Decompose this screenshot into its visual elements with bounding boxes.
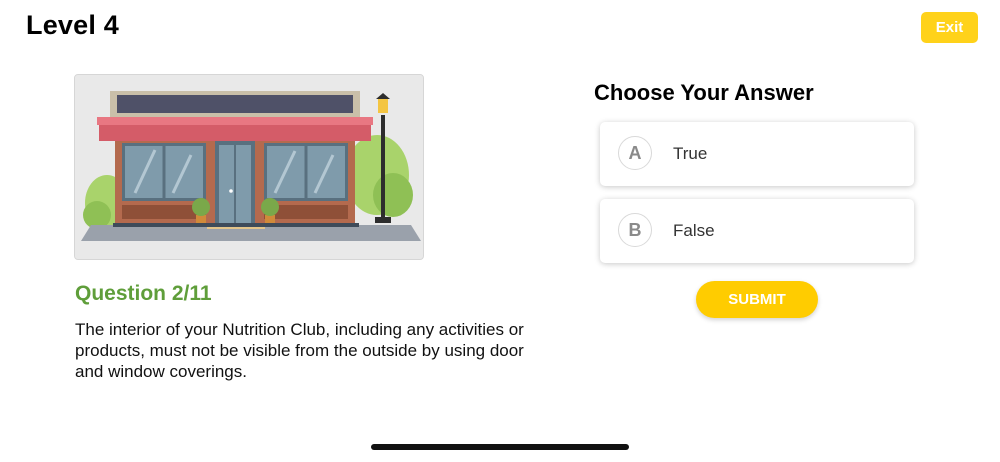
option-letter-badge: A (618, 136, 652, 170)
option-letter-badge: B (618, 213, 652, 247)
level-title: Level 4 (26, 10, 119, 40)
exit-button[interactable]: Exit (921, 12, 978, 43)
answer-heading: Choose Your Answer (594, 80, 814, 105)
answer-option-true[interactable]: A True (600, 122, 914, 186)
submit-button[interactable]: SUBMIT (696, 281, 818, 318)
option-label: True (673, 144, 708, 163)
storefront-illustration (74, 74, 424, 260)
question-number: Question 2/11 (75, 282, 212, 305)
question-text: The interior of your Nutrition Club, inc… (75, 320, 524, 381)
home-indicator[interactable] (371, 444, 629, 450)
option-label: False (673, 221, 715, 240)
answer-option-false[interactable]: B False (600, 199, 914, 263)
